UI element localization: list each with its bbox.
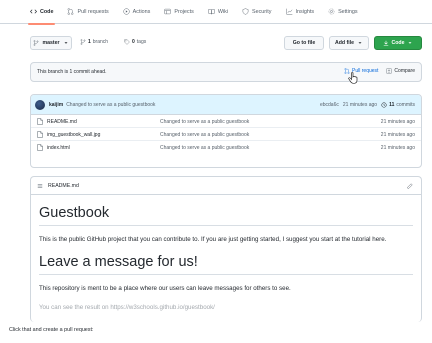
compare-link[interactable]: Compare [386, 68, 415, 74]
branches-link[interactable]: 1 branch [80, 39, 108, 45]
tab-label: Wiki [217, 8, 229, 15]
code-button[interactable]: Code [374, 36, 422, 50]
branch-select-button[interactable]: master [30, 36, 72, 50]
play-icon [123, 8, 130, 15]
commit-sha[interactable]: ebcda6c [320, 102, 339, 108]
branch-ahead-notice: This branch is 1 commit ahead. Pull requ… [30, 62, 422, 82]
commit-author[interactable]: kaijim [49, 102, 63, 108]
tab-label: Pull requests [77, 8, 109, 15]
readme-filename: README.md [48, 182, 79, 189]
file-table: kaijim Changed to serve as a public gues… [30, 94, 422, 168]
readme-paragraph: This repository is ment to be a place wh… [39, 285, 291, 292]
branch-icon [34, 40, 39, 46]
list-icon[interactable] [37, 183, 43, 189]
file-age: 21 minutes ago [380, 119, 415, 125]
shield-icon [242, 8, 249, 15]
commit-age: 21 minutes ago [342, 102, 378, 108]
file-icon [37, 131, 43, 138]
repo-nav: Code Pull requests Actions Projects Wiki… [0, 0, 432, 25]
gear-icon [328, 8, 335, 15]
book-icon [208, 9, 215, 15]
commit-meta: ebcda6c 21 minutes ago 11 commits [320, 102, 415, 108]
readme-content: Guestbook This is the public GitHub proj… [31, 195, 421, 322]
branch-bar: master 1 branch 0 tags Go to file Add fi… [30, 36, 422, 50]
branch-icon [80, 39, 86, 45]
diff-icon [386, 68, 393, 74]
table-row[interactable]: README.md Changed to serve as a public g… [31, 115, 421, 128]
file-commit-message[interactable]: Changed to serve as a public guestbook [160, 119, 249, 125]
add-file-label: Add file [334, 40, 355, 46]
file-age: 21 minutes ago [380, 145, 415, 151]
readme-panel: README.md Guestbook This is the public G… [30, 176, 422, 322]
pull-request-icon [68, 8, 74, 15]
file-age: 21 minutes ago [380, 132, 415, 138]
code-button-label: Code [391, 40, 405, 46]
file-name[interactable]: index.html [47, 145, 70, 151]
code-icon [30, 9, 37, 14]
caret-down-icon [408, 42, 412, 44]
graph-icon [285, 8, 292, 15]
commits-history-link[interactable]: 11 commits [381, 102, 415, 108]
readme-heading: Guestbook [39, 205, 413, 226]
tab-settings[interactable]: Settings [328, 0, 358, 24]
tab-security[interactable]: Security [242, 0, 272, 24]
tab-wiki[interactable]: Wiki [208, 0, 228, 24]
add-file-button[interactable]: Add file [329, 36, 369, 50]
go-to-file-button[interactable]: Go to file [284, 36, 324, 50]
github-screenshot: Code Pull requests Actions Projects Wiki… [0, 0, 432, 322]
history-icon [381, 102, 387, 108]
branch-name: master [42, 40, 60, 46]
hand-pointer-icon [348, 72, 358, 84]
caret-down-icon [358, 42, 362, 44]
readme-paragraph-cutoff: You can see the result on https://w3scho… [39, 304, 215, 311]
branches-label: branch [92, 39, 109, 45]
tab-label: Settings [338, 8, 358, 15]
file-name[interactable]: README.md [47, 119, 77, 125]
tab-insights[interactable]: Insights [285, 0, 315, 24]
tab-projects[interactable]: Projects [164, 0, 194, 24]
go-to-file-label: Go to file [292, 40, 316, 46]
pencil-icon[interactable] [407, 183, 413, 189]
commit-message[interactable]: Changed to serve as a public guestbook [66, 102, 155, 108]
download-icon [383, 40, 388, 46]
instruction-caption: Click that and create a pull request: [9, 327, 94, 333]
avatar[interactable] [35, 99, 45, 110]
tab-actions[interactable]: Actions [123, 0, 151, 24]
caret-down-icon [64, 42, 67, 44]
table-icon [164, 8, 171, 15]
readme-subheading: Leave a message for us! [39, 254, 413, 275]
file-commit-message[interactable]: Changed to serve as a public guestbook [160, 145, 249, 151]
tab-label: Actions [132, 8, 151, 15]
table-row[interactable]: index.html Changed to serve as a public … [31, 141, 421, 154]
tab-label: Security [252, 8, 272, 15]
tab-pull-requests[interactable]: Pull requests [67, 0, 109, 24]
file-commit-message[interactable]: Changed to serve as a public guestbook [160, 132, 249, 138]
tags-count: 0 [132, 39, 135, 45]
tab-label: Projects [174, 8, 194, 15]
branches-count: 1 [88, 39, 91, 45]
tab-label: Insights [295, 8, 315, 15]
commits-label: commits [396, 102, 415, 108]
latest-commit-row: kaijim Changed to serve as a public gues… [31, 95, 421, 115]
file-icon [37, 118, 43, 125]
compare-label: Compare [394, 68, 415, 74]
ahead-text: This branch is 1 commit ahead. [37, 69, 107, 75]
readme-header: README.md [31, 177, 421, 195]
table-row[interactable]: img_guestbook_wall.jpg Changed to serve … [31, 128, 421, 141]
file-name[interactable]: img_guestbook_wall.jpg [47, 132, 100, 138]
commits-count: 11 [389, 102, 395, 108]
tags-label: tags [136, 39, 147, 45]
readme-paragraph: This is the public GitHub project that y… [39, 236, 387, 243]
tab-label: Code [40, 8, 54, 15]
file-icon [37, 144, 43, 151]
tags-link[interactable]: 0 tags [124, 39, 146, 45]
tag-icon [124, 39, 130, 45]
tab-code[interactable]: Code [27, 0, 57, 25]
